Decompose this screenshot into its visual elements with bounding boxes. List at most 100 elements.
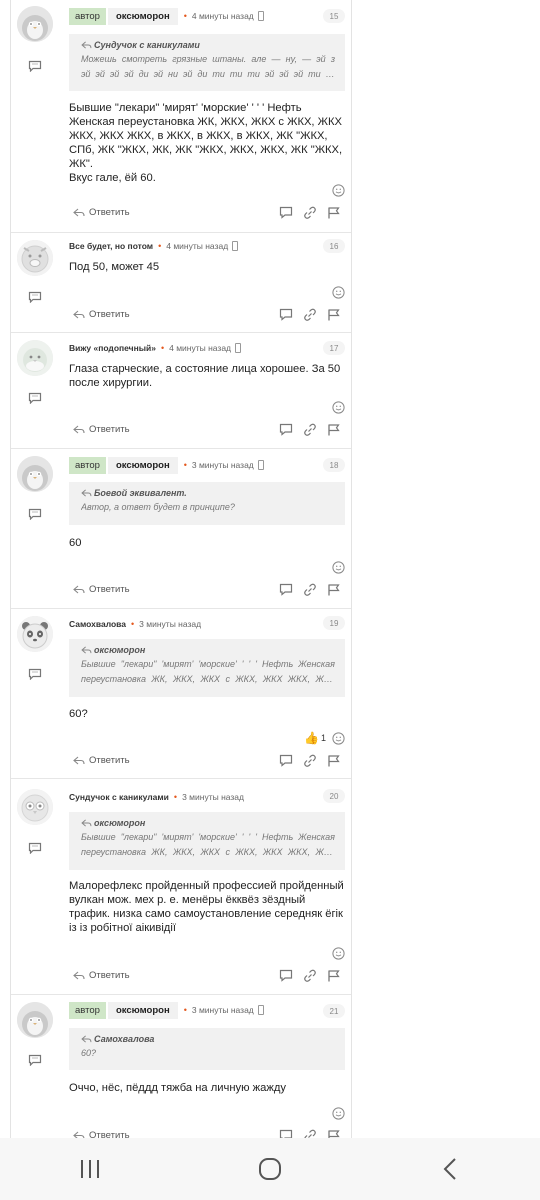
- online-dot: •: [131, 619, 135, 629]
- quote-author: оксюморон: [81, 818, 335, 828]
- flag-icon[interactable]: [327, 969, 341, 982]
- reply-button[interactable]: Ответить: [73, 1128, 130, 1138]
- reply-label: Ответить: [89, 308, 130, 320]
- home-icon: [259, 1158, 281, 1180]
- action-icons: [279, 753, 341, 767]
- reply-arrow-icon: [81, 1035, 92, 1043]
- comment-icon[interactable]: [279, 308, 293, 321]
- home-button[interactable]: [250, 1149, 290, 1189]
- smiley-icon[interactable]: [332, 560, 345, 574]
- comment-icon[interactable]: [279, 583, 293, 596]
- smiley-icon[interactable]: [332, 183, 345, 197]
- flag-icon[interactable]: [327, 423, 341, 436]
- reply-button[interactable]: Ответить: [73, 205, 130, 219]
- online-dot: •: [158, 241, 162, 251]
- reply-label: Ответить: [89, 1129, 130, 1139]
- reply-arrow-icon: [81, 819, 92, 827]
- quote-author-name: оксюморон: [94, 645, 146, 655]
- avatar[interactable]: [17, 240, 53, 276]
- flag-icon[interactable]: [327, 754, 341, 767]
- avatar[interactable]: [17, 789, 53, 825]
- link-icon[interactable]: [303, 308, 317, 321]
- chat-bubble-icon[interactable]: [28, 60, 42, 72]
- comment-icon[interactable]: [279, 1129, 293, 1139]
- timestamp: 3 минуты назад: [191, 1005, 254, 1015]
- quote-author-name: оксюморон: [94, 818, 146, 828]
- link-icon[interactable]: [303, 969, 317, 982]
- link-icon[interactable]: [303, 754, 317, 767]
- recent-apps-button[interactable]: [70, 1149, 110, 1189]
- quote-author-name: Самохвалова: [94, 1034, 155, 1044]
- quote-text: Автор, а ответ будет в принципе?: [81, 502, 235, 512]
- online-dot: •: [173, 792, 178, 802]
- smiley-icon[interactable]: [332, 1106, 345, 1120]
- username[interactable]: Самохвалова: [69, 619, 126, 629]
- smiley-icon[interactable]: [332, 731, 345, 745]
- flag-icon[interactable]: [327, 308, 341, 321]
- link-icon[interactable]: [303, 423, 317, 436]
- quote-text: Бывшие "лекари" 'мирят' 'морские' ' ' ' …: [81, 832, 335, 857]
- quote-block[interactable]: Сундучок с каникулами Можешь смотреть гр…: [69, 34, 345, 91]
- reply-button[interactable]: Ответить: [73, 753, 130, 767]
- chat-bubble-icon[interactable]: [28, 392, 42, 404]
- avatar[interactable]: [17, 340, 53, 376]
- avatar[interactable]: [17, 6, 53, 42]
- quote-author: Самохвалова: [81, 1034, 335, 1044]
- quote-block[interactable]: Боевой эквивалент. Автор, а ответ будет …: [69, 482, 345, 525]
- comment-text-line: Вкус гале, ёй 60.: [69, 172, 156, 184]
- chat-bubble-icon[interactable]: [28, 668, 42, 680]
- link-icon[interactable]: [303, 1129, 317, 1139]
- flag-icon[interactable]: [327, 206, 341, 219]
- chat-bubble-icon[interactable]: [28, 291, 42, 303]
- avatar[interactable]: [17, 456, 53, 492]
- back-button[interactable]: [430, 1149, 470, 1189]
- reaction-row: [332, 559, 345, 575]
- timestamp: 4 минуты назад: [169, 343, 232, 353]
- link-icon[interactable]: [303, 206, 317, 219]
- mobile-icon: [257, 11, 264, 21]
- quote-block[interactable]: оксюморон Бывшие "лекари" 'мирят' 'морск…: [69, 812, 345, 870]
- username[interactable]: оксюморон: [107, 456, 178, 474]
- quote-block[interactable]: Самохвалова 60?: [69, 1028, 345, 1070]
- chat-bubble-icon[interactable]: [28, 842, 42, 854]
- comment-item: Самохвалова • 3 минуты назад 19 оксюморо…: [11, 609, 351, 779]
- username[interactable]: Сундучок с каникулами: [69, 792, 169, 802]
- comment-icon[interactable]: [279, 969, 293, 982]
- system-navigation-bar: [0, 1138, 540, 1200]
- reply-button[interactable]: Ответить: [73, 968, 130, 982]
- avatar[interactable]: [17, 616, 53, 652]
- smiley-icon[interactable]: [332, 400, 345, 414]
- reply-button[interactable]: Ответить: [73, 582, 130, 596]
- username[interactable]: оксюморон: [107, 1001, 178, 1019]
- chat-bubble-icon[interactable]: [28, 1054, 42, 1066]
- comment-icon[interactable]: [279, 423, 293, 436]
- username[interactable]: Вижу «подопечный»: [69, 343, 156, 353]
- quote-text: Можешь смотреть грязные штаны. але — ну,…: [81, 54, 335, 79]
- online-dot: •: [160, 343, 165, 353]
- like-reaction[interactable]: 👍 1: [304, 732, 326, 744]
- action-icons: [279, 968, 341, 982]
- smiley-icon[interactable]: [332, 946, 345, 960]
- reply-arrow-icon: [73, 309, 85, 319]
- avatar[interactable]: [17, 1002, 53, 1038]
- flag-icon[interactable]: [327, 1129, 341, 1139]
- reply-arrow-icon: [73, 207, 85, 217]
- reply-button[interactable]: Ответить: [73, 307, 130, 321]
- quote-block[interactable]: оксюморон Бывшие "лекари" 'мирят' 'морск…: [69, 639, 345, 697]
- comment-text: Малорефлекс пройденный профессией пройде…: [69, 880, 344, 934]
- reply-label: Ответить: [89, 583, 130, 595]
- chat-bubble-icon[interactable]: [28, 508, 42, 520]
- username[interactable]: оксюморон: [107, 7, 178, 25]
- username[interactable]: Все будет, но потом: [69, 241, 153, 251]
- link-icon[interactable]: [303, 583, 317, 596]
- comment-number: 17: [323, 341, 345, 355]
- timestamp: 4 минуты назад: [191, 11, 254, 21]
- flag-icon[interactable]: [327, 583, 341, 596]
- comment-icon[interactable]: [279, 206, 293, 219]
- thumbs-up-icon: 👍: [304, 731, 319, 745]
- comment-icon[interactable]: [279, 754, 293, 767]
- reply-button[interactable]: Ответить: [73, 422, 130, 436]
- reply-label: Ответить: [89, 206, 130, 218]
- smiley-icon[interactable]: [332, 285, 345, 299]
- reaction-row: 👍 1: [304, 730, 345, 746]
